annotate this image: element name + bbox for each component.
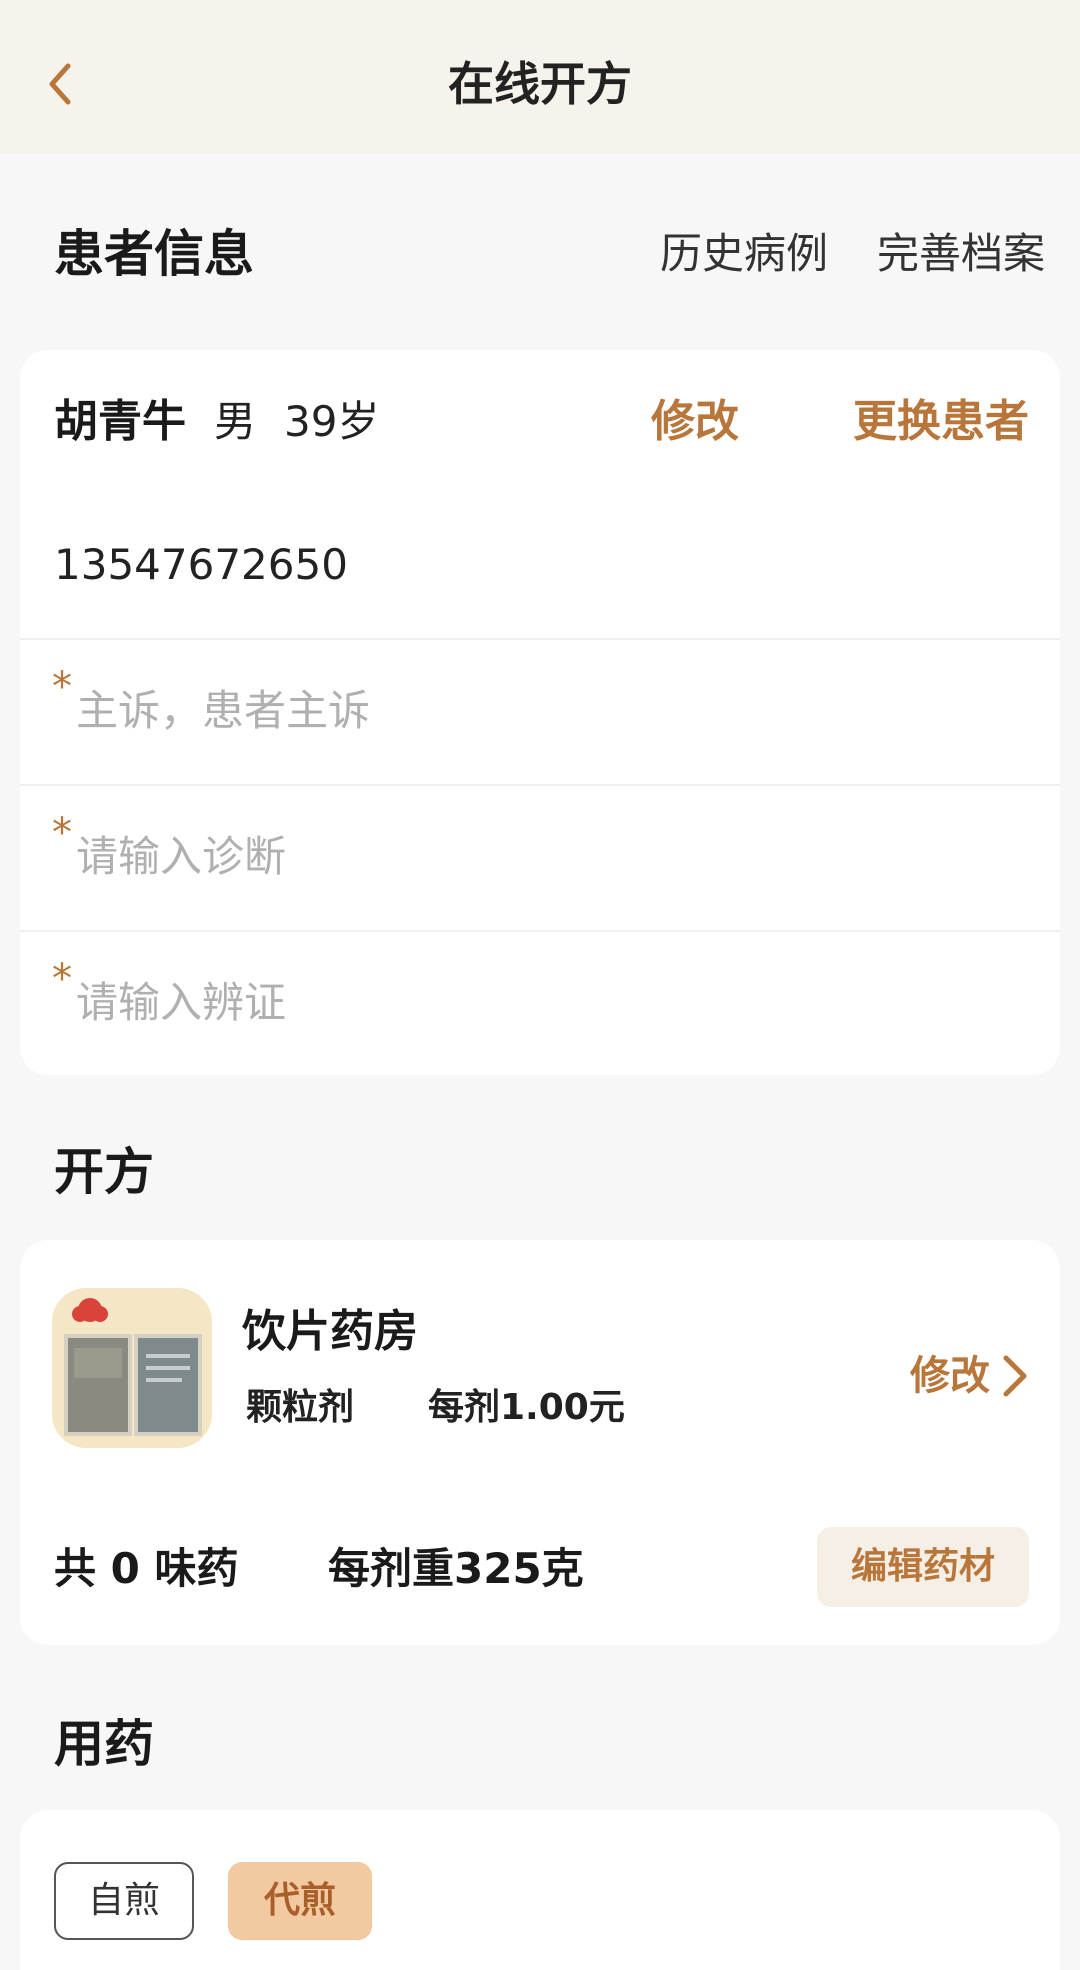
- syndrome-input[interactable]: [76, 970, 976, 1034]
- proxy-decoct-option[interactable]: 代煎: [228, 1862, 372, 1940]
- per-dose-price: 每剂1.00元: [428, 1387, 625, 1428]
- top-nav-bar: 在线开方: [0, 0, 1080, 153]
- page-title: 在线开方: [448, 57, 632, 111]
- herb-count: 共 0 味药: [54, 1544, 239, 1593]
- pharmacy-name: 饮片药房: [242, 1306, 418, 1357]
- prescription-card: 饮片药房 颗粒剂 每剂1.00元 修改 共 0 味药 每剂重325克 编辑药材: [20, 1240, 1060, 1645]
- change-patient-button[interactable]: 更换患者: [853, 392, 1029, 452]
- required-mark: *: [52, 956, 72, 1002]
- dosage-form: 颗粒剂: [246, 1387, 355, 1428]
- edit-herbs-button[interactable]: 编辑药材: [817, 1527, 1029, 1607]
- required-mark: *: [52, 664, 72, 710]
- patient-phone: 13547672650: [54, 540, 348, 589]
- patient-name: 胡青牛: [54, 396, 186, 447]
- syndrome-row: *: [20, 932, 1060, 1075]
- complaint-row: *: [20, 640, 1060, 784]
- pharmacy-image: [52, 1288, 212, 1448]
- chief-complaint-input[interactable]: [76, 678, 976, 742]
- required-mark: *: [52, 810, 72, 856]
- self-decoct-option[interactable]: 自煎: [54, 1862, 194, 1940]
- prescription-heading: 开方: [54, 1143, 154, 1201]
- patient-info-heading: 患者信息: [54, 225, 254, 283]
- usage-heading: 用药: [54, 1715, 154, 1773]
- modify-patient-button[interactable]: 修改: [651, 392, 739, 452]
- chevron-right-icon[interactable]: [1000, 1352, 1030, 1400]
- dose-weight: 每剂重325克: [328, 1544, 584, 1593]
- history-cases-link[interactable]: 历史病例: [660, 226, 828, 282]
- diagnosis-input[interactable]: [76, 824, 976, 888]
- patient-gender: 男: [214, 397, 257, 446]
- usage-card: 自煎 代煎: [20, 1810, 1060, 1970]
- patient-age: 39岁: [284, 397, 380, 446]
- complete-archive-link[interactable]: 完善档案: [877, 226, 1045, 282]
- modify-pharmacy-button[interactable]: 修改: [910, 1348, 990, 1404]
- patient-card: 胡青牛 男 39岁 修改 更换患者 13547672650 * * *: [20, 350, 1060, 1075]
- diagnosis-row: *: [20, 786, 1060, 930]
